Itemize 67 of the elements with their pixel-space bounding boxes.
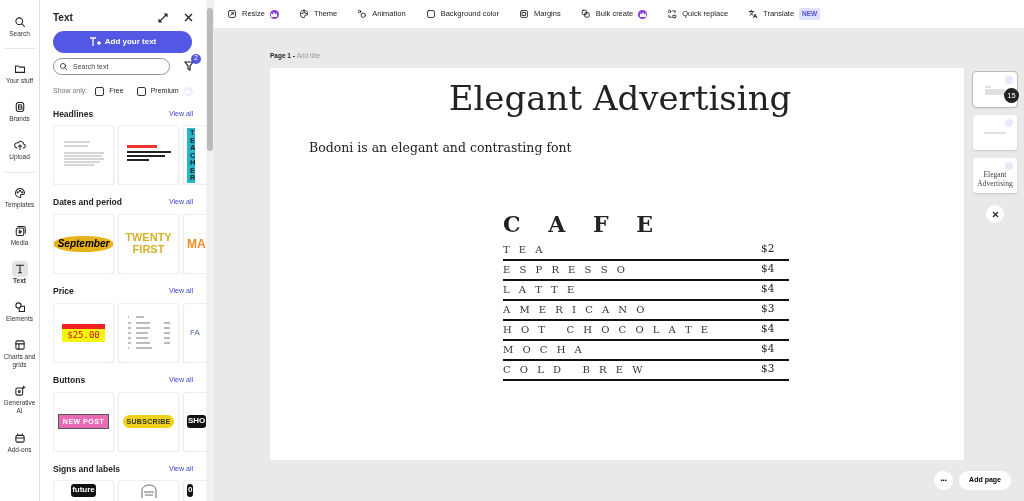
section-title: Headlines	[53, 107, 94, 121]
heading-text: Elegant Advertising	[447, 80, 793, 118]
replace-icon	[667, 9, 678, 19]
page-thumbnail[interactable]	[973, 115, 1017, 150]
scrollbar-thumb[interactable]	[207, 8, 213, 151]
template-thumbnail[interactable]: 0	[183, 480, 206, 501]
checkbox[interactable]	[95, 86, 105, 96]
thumbnail-text: September	[54, 235, 113, 253]
template-thumbnail[interactable]: FA	[183, 302, 206, 363]
panel-title: Text	[53, 11, 73, 25]
template-thumbnail[interactable]: SHO	[183, 391, 206, 452]
resize-icon	[227, 9, 237, 19]
animation-icon	[357, 9, 368, 19]
media-icon	[13, 224, 26, 237]
thumbnail-text: 0	[187, 484, 194, 497]
menu-price: $2	[761, 241, 776, 257]
thumbnail-text: $25.00	[62, 323, 105, 342]
stacked-squares-icon	[580, 9, 591, 19]
price-list-drawing	[125, 314, 172, 351]
menu-price: $4	[761, 341, 776, 357]
section-title: Buttons	[53, 373, 86, 387]
template-thumbnail[interactable]	[118, 125, 179, 186]
add-text-button[interactable]: Add your text	[53, 31, 192, 53]
thumbnail-text: TWENTY FIRST	[124, 232, 173, 256]
emblem-drawing	[138, 484, 159, 499]
close-icon	[991, 210, 999, 218]
brand-icon	[13, 101, 26, 114]
thumbnail-text: SHO	[187, 415, 206, 428]
folder-icon	[13, 63, 26, 76]
thumbnail-text: FA	[189, 328, 200, 337]
body-text: Bodoni is an elegant and contrasting font	[309, 139, 573, 158]
calendar-box-icon	[13, 431, 26, 444]
mini-menu-drawing	[984, 84, 1006, 95]
search-icon	[13, 16, 26, 28]
menu-price: $4	[761, 281, 776, 297]
checkbox[interactable]	[136, 86, 146, 96]
close-button[interactable]	[986, 205, 1004, 223]
section-title: Price	[53, 285, 74, 298]
square-icon	[425, 9, 436, 19]
add-text-icon	[88, 37, 101, 47]
thumbnail-text: future	[71, 484, 96, 497]
text-icon	[13, 262, 26, 275]
palette-icon	[298, 9, 309, 19]
template-thumbnail[interactable]	[53, 125, 114, 186]
section-title: Dates and period	[53, 196, 122, 209]
upload-cloud-icon	[13, 139, 26, 152]
shapes-icon	[13, 300, 26, 313]
search-icon	[59, 62, 68, 71]
grid-icon	[13, 339, 26, 351]
palette-icon	[13, 186, 26, 199]
template-thumbnail[interactable]: September	[53, 214, 114, 274]
thumbnail-text: MA	[187, 237, 206, 251]
template-thumbnail[interactable]	[118, 302, 179, 363]
close-icon[interactable]	[184, 13, 193, 22]
expand-icon[interactable]	[158, 12, 168, 23]
template-thumbnail[interactable]: $25.00	[53, 302, 114, 363]
margins-icon	[519, 9, 529, 19]
menu-price: $3	[761, 361, 776, 377]
section-title: Signs and labels	[53, 462, 121, 476]
filter-icon[interactable]	[184, 61, 194, 72]
translate-icon	[748, 9, 759, 19]
menu-price: $3	[761, 301, 776, 317]
menu-price: $4	[761, 321, 776, 337]
sparkle-image-icon	[13, 385, 26, 398]
menu-price: $4	[761, 261, 776, 277]
menu-title: C A F E	[503, 210, 664, 240]
template-thumbnail[interactable]: future	[53, 480, 114, 501]
